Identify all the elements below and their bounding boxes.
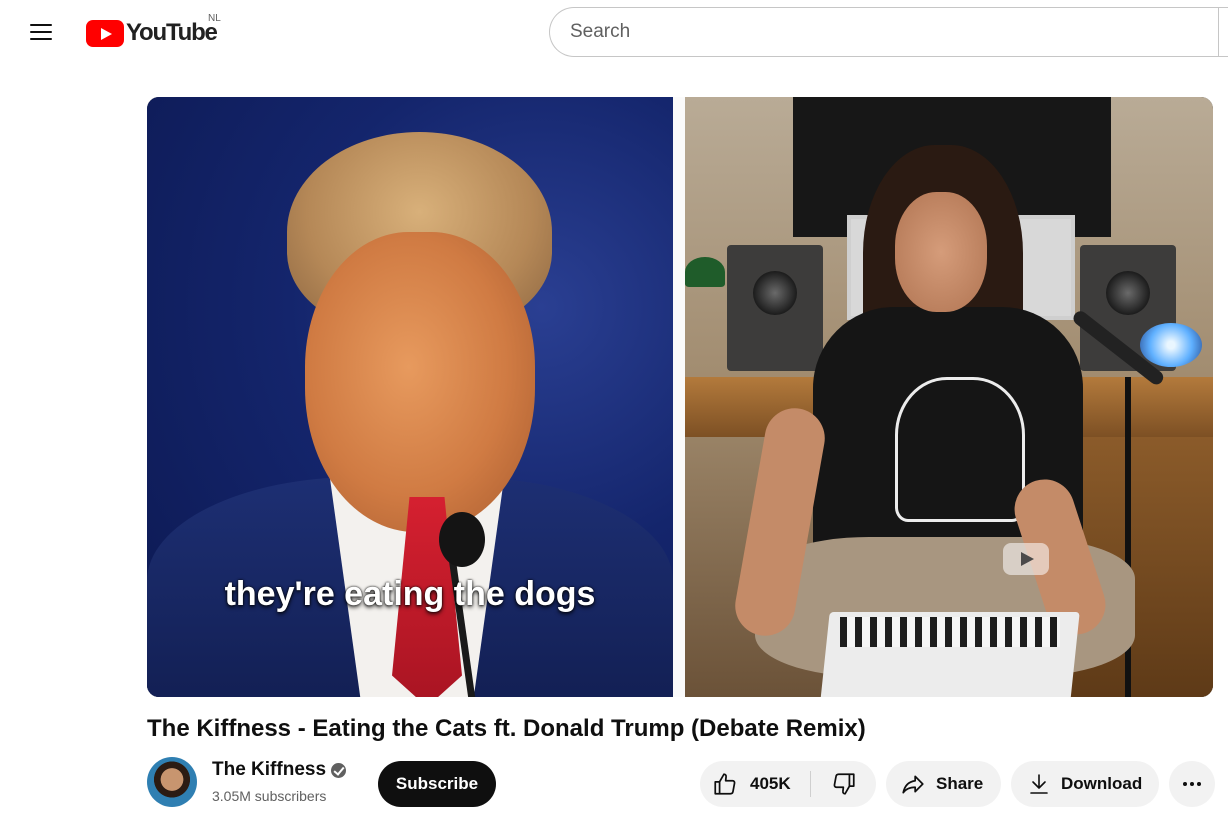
dislike-button[interactable] bbox=[811, 761, 876, 807]
video-left-pane: they're eating the dogs bbox=[147, 97, 673, 697]
video-right-pane bbox=[685, 97, 1213, 697]
subscribe-button[interactable]: Subscribe bbox=[378, 761, 496, 807]
video-title: The Kiffness - Eating the Cats ft. Donal… bbox=[147, 715, 866, 742]
more-actions-button[interactable] bbox=[1169, 761, 1215, 807]
search-input[interactable] bbox=[570, 21, 1190, 43]
search-divider bbox=[1218, 8, 1219, 56]
like-count: 405K bbox=[750, 774, 791, 793]
like-dislike-group: 405K bbox=[700, 761, 876, 807]
download-icon bbox=[1030, 774, 1048, 794]
channel-name[interactable]: The Kiffness bbox=[212, 759, 326, 781]
video-player[interactable]: they're eating the dogs bbox=[147, 97, 1213, 697]
download-label: Download bbox=[1061, 774, 1143, 793]
youtube-watermark-icon[interactable] bbox=[1003, 543, 1049, 575]
thumbs-up-icon bbox=[714, 773, 736, 795]
share-button[interactable]: Share bbox=[886, 761, 1001, 807]
like-button[interactable]: 405K bbox=[700, 761, 810, 807]
search-box[interactable] bbox=[549, 7, 1228, 57]
share-arrow-icon bbox=[902, 775, 924, 794]
more-horizontal-icon bbox=[1183, 782, 1201, 786]
subscriber-count: 3.05M subscribers bbox=[212, 788, 327, 804]
youtube-play-icon bbox=[86, 19, 124, 47]
youtube-logo[interactable]: YouTube bbox=[86, 18, 218, 48]
hamburger-menu-icon[interactable] bbox=[22, 14, 60, 50]
share-label: Share bbox=[936, 774, 984, 793]
logo-text: YouTube bbox=[126, 19, 218, 46]
country-code: NL bbox=[208, 13, 221, 24]
channel-avatar[interactable] bbox=[147, 757, 197, 807]
download-button[interactable]: Download bbox=[1011, 761, 1159, 807]
video-caption: they're eating the dogs bbox=[224, 575, 596, 613]
thumbs-down-icon bbox=[833, 773, 855, 795]
verified-badge-icon bbox=[331, 763, 346, 778]
masthead: YouTube NL bbox=[0, 0, 1228, 64]
